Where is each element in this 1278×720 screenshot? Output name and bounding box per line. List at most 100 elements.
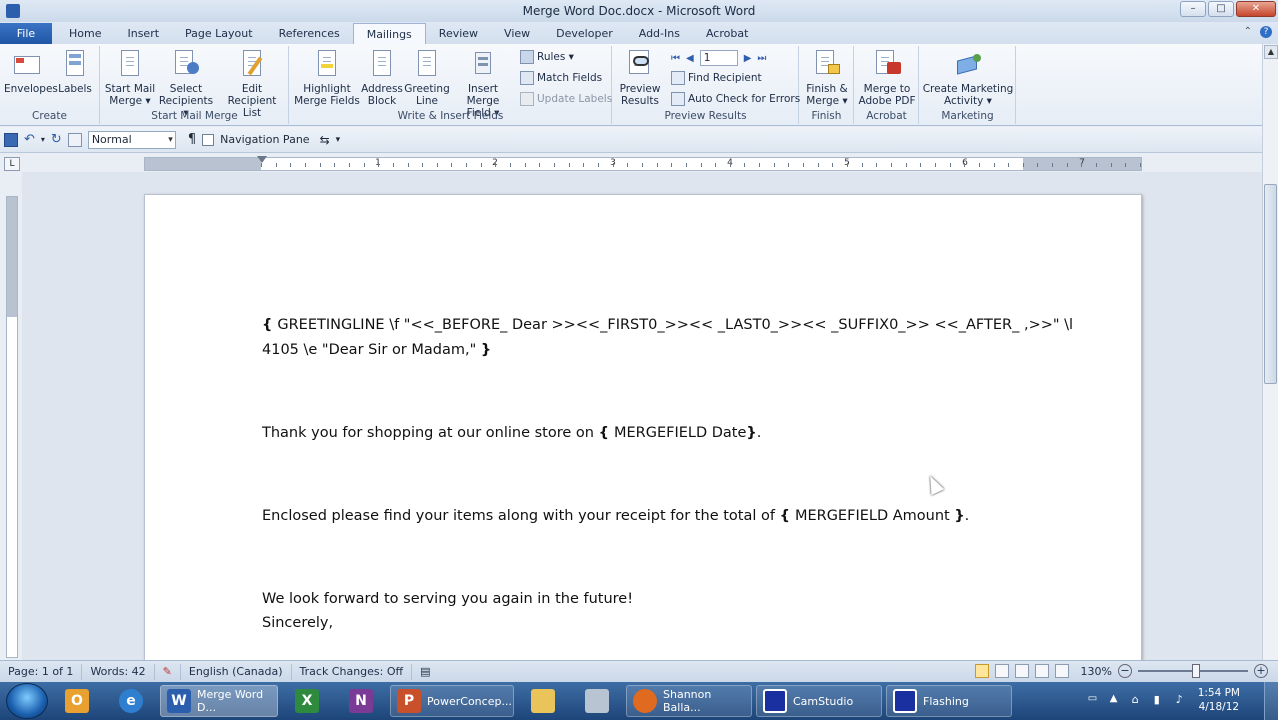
match-fields-button[interactable]: Match Fields: [520, 71, 602, 85]
close-button[interactable]: ✕: [1236, 1, 1276, 17]
zoom-in-button[interactable]: +: [1254, 664, 1268, 678]
tab-file[interactable]: File: [0, 23, 52, 44]
scroll-up-icon[interactable]: ▲: [1264, 45, 1278, 59]
taskbar-outlook[interactable]: O: [52, 685, 102, 717]
show-hide-icon[interactable]: ¶: [188, 132, 196, 147]
labels-button[interactable]: Labels: [54, 48, 96, 95]
draft-view-icon[interactable]: [1054, 664, 1069, 678]
create-marketing-activity-button[interactable]: Create Marketing Activity ▾: [922, 48, 1014, 107]
zoom-level[interactable]: 130%: [1081, 665, 1112, 678]
enclosed-paragraph[interactable]: Enclosed please find your items along wi…: [262, 504, 969, 529]
insert-merge-field-button[interactable]: Insert Merge Field ▾: [450, 48, 516, 119]
finish-merge-button[interactable]: Finish & Merge ▾: [802, 48, 852, 107]
maximize-button[interactable]: □: [1208, 1, 1234, 17]
vertical-scrollbar[interactable]: ▲: [1262, 44, 1278, 660]
outline-view-icon[interactable]: [1034, 664, 1049, 678]
taskbar-onenote[interactable]: N: [336, 685, 386, 717]
tab-page-layout[interactable]: Page Layout: [172, 23, 266, 44]
full-screen-reading-view-icon[interactable]: [994, 664, 1009, 678]
power-icon[interactable]: ▮: [1154, 693, 1168, 707]
horizontal-ruler[interactable]: 1 2 3 4 5 6 7: [144, 156, 1142, 171]
help-icon[interactable]: ?: [1260, 26, 1272, 38]
ruler-indent-marker[interactable]: [257, 156, 267, 163]
customize-icon[interactable]: ⇆: [320, 133, 330, 147]
keyboard-icon[interactable]: ▭: [1088, 693, 1102, 707]
network-icon[interactable]: ⌂: [1132, 693, 1146, 707]
zoom-slider[interactable]: [1138, 664, 1248, 678]
taskbar-internet-explorer[interactable]: e: [106, 685, 156, 717]
taskbar-flashing[interactable]: Flashing: [886, 685, 1012, 717]
merge-to-adobe-pdf-button[interactable]: Merge to Adobe PDF: [857, 48, 917, 107]
track-changes-indicator[interactable]: Track Changes: Off: [292, 663, 413, 680]
tab-developer[interactable]: Developer: [543, 23, 626, 44]
tab-review[interactable]: Review: [426, 23, 491, 44]
greeting-line-field-line1[interactable]: { GREETINGLINE \f "<<_BEFORE_ Dear >><<_…: [262, 313, 1073, 338]
auto-check-errors-button[interactable]: Auto Check for Errors: [671, 92, 800, 106]
sincerely-paragraph[interactable]: Sincerely,: [262, 611, 333, 636]
tab-references[interactable]: References: [266, 23, 353, 44]
tab-insert[interactable]: Insert: [114, 23, 172, 44]
volume-icon[interactable]: ♪: [1176, 693, 1190, 707]
thank-you-paragraph[interactable]: Thank you for shopping at our online sto…: [262, 421, 761, 446]
document-area[interactable]: { GREETINGLINE \f "<<_BEFORE_ Dear >><<_…: [22, 172, 1262, 660]
minimize-ribbon-icon[interactable]: ⌃: [1244, 26, 1252, 38]
word-count[interactable]: Words: 42: [82, 663, 155, 680]
undo-dropdown-icon[interactable]: ▾: [41, 135, 45, 144]
show-desktop-button[interactable]: [1264, 682, 1278, 720]
scroll-thumb[interactable]: [1264, 184, 1277, 384]
greeting-line-field-line2[interactable]: 4105 \e "Dear Sir or Madam," }: [262, 338, 491, 363]
taskbar-firefox[interactable]: Shannon Balla...: [626, 685, 752, 717]
undo-icon[interactable]: ↶: [24, 132, 35, 147]
find-recipient-button[interactable]: Find Recipient: [671, 71, 762, 85]
record-number-input[interactable]: 1: [699, 50, 738, 66]
print-preview-icon[interactable]: [67, 132, 82, 147]
taskbar-camstudio[interactable]: CamStudio: [756, 685, 882, 717]
document-page[interactable]: { GREETINGLINE \f "<<_BEFORE_ Dear >><<_…: [144, 194, 1142, 660]
previous-record-icon[interactable]: ◀: [686, 53, 694, 64]
rules-button[interactable]: Rules ▾: [520, 50, 574, 64]
ruler-tick: [715, 163, 717, 167]
first-record-icon[interactable]: ⏮: [671, 53, 680, 64]
tab-mailings[interactable]: Mailings: [352, 23, 426, 44]
macro-recording-icon[interactable]: ▤: [412, 664, 438, 680]
next-record-icon[interactable]: ▶: [744, 53, 752, 64]
redo-icon[interactable]: ↻: [51, 132, 62, 147]
zoom-out-button[interactable]: −: [1118, 664, 1132, 678]
tab-add-ins[interactable]: Add-Ins: [626, 23, 693, 44]
taskbar-explorer[interactable]: [518, 685, 568, 717]
tab-home[interactable]: Home: [56, 23, 114, 44]
tab-acrobat[interactable]: Acrobat: [693, 23, 761, 44]
print-layout-view-icon[interactable]: [974, 664, 989, 678]
web-layout-view-icon[interactable]: [1014, 664, 1029, 678]
style-dropdown[interactable]: Normal: [87, 130, 176, 149]
proofing-icon[interactable]: ✎: [155, 663, 181, 680]
envelopes-button[interactable]: Envelopes: [4, 48, 58, 95]
address-block-button[interactable]: Address Block: [360, 48, 404, 107]
page-count[interactable]: Page: 1 of 1: [0, 663, 83, 680]
save-icon[interactable]: [4, 132, 18, 147]
forward-paragraph[interactable]: We look forward to serving you again in …: [262, 587, 633, 612]
taskbar-excel[interactable]: X: [282, 685, 332, 717]
edit-recipient-list-button[interactable]: Edit Recipient List: [217, 48, 287, 119]
select-recipients-button[interactable]: Select Recipients ▾: [155, 48, 217, 119]
last-record-icon[interactable]: ⏭: [757, 53, 766, 64]
navigation-pane-checkbox[interactable]: [202, 133, 215, 146]
minimize-button[interactable]: –: [1180, 1, 1206, 17]
customize-qat-icon[interactable]: ▾: [336, 135, 341, 145]
taskbar-word[interactable]: W Merge Word D...: [160, 685, 278, 717]
tab-view[interactable]: View: [491, 23, 543, 44]
language-indicator[interactable]: English (Canada): [181, 663, 292, 680]
show-hidden-icons[interactable]: ▲: [1110, 693, 1124, 707]
vertical-ruler[interactable]: [6, 196, 18, 658]
greeting-line-button[interactable]: Greeting Line: [404, 48, 450, 107]
update-labels-button[interactable]: Update Labels: [520, 92, 612, 106]
tab-selector[interactable]: L: [4, 157, 20, 171]
highlight-merge-fields-button[interactable]: Highlight Merge Fields: [292, 48, 362, 107]
clock[interactable]: 1:54 PM 4/18/12: [1198, 686, 1240, 714]
taskbar-powerpoint[interactable]: P PowerConcep...: [390, 685, 514, 717]
start-button[interactable]: [6, 683, 48, 719]
start-mail-merge-button[interactable]: Start Mail Merge ▾: [103, 48, 157, 107]
preview-results-button[interactable]: Preview Results: [615, 48, 665, 107]
address-block-icon: [367, 48, 397, 80]
taskbar-calculator[interactable]: [572, 685, 622, 717]
